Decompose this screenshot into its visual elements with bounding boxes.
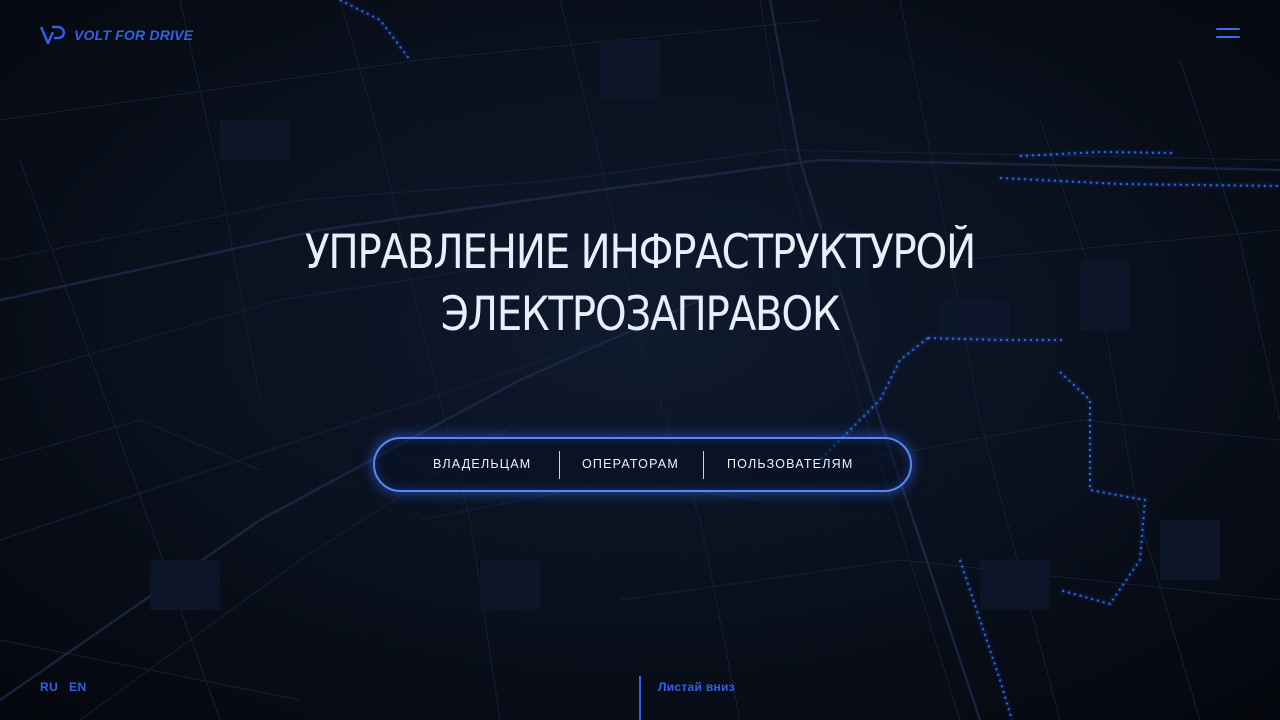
brand-name: VOLT FOR DRIVE: [74, 27, 194, 43]
hamburger-menu-icon[interactable]: [1212, 24, 1244, 46]
city-map-background: [0, 0, 1280, 720]
nav-users-link[interactable]: ПОЛЬЗОВАТЕЛЯМ: [727, 439, 853, 490]
scroll-indicator-line: [639, 676, 641, 720]
menu-bar-bottom: [1216, 36, 1240, 38]
hero-title-line-2: ЭЛЕКТРОЗАПРАВОК: [440, 287, 841, 342]
lang-ru-link[interactable]: RU: [40, 680, 58, 694]
menu-bar-top: [1216, 28, 1240, 30]
scroll-down-hint[interactable]: Листай вниз: [658, 680, 735, 694]
nav-divider: [703, 451, 704, 479]
hero-title-line-1: УПРАВЛЕНИЕ ИНФРАСТРУКТУРОЙ: [304, 225, 976, 280]
audience-nav: ВЛАДЕЛЬЦАМ ОПЕРАТОРАМ ПОЛЬЗОВАТЕЛЯМ: [373, 437, 912, 492]
nav-divider: [559, 451, 560, 479]
hero-title: УПРАВЛЕНИЕ ИНФРАСТРУКТУРОЙ ЭЛЕКТРОЗАПРАВ…: [90, 222, 1191, 346]
nav-owners-link[interactable]: ВЛАДЕЛЬЦАМ: [433, 439, 531, 490]
lang-en-link[interactable]: EN: [69, 680, 87, 694]
brand-logo[interactable]: VOLT FOR DRIVE: [40, 24, 193, 46]
nav-operators-link[interactable]: ОПЕРАТОРАМ: [582, 439, 679, 490]
vd-logo-icon: [40, 25, 65, 45]
